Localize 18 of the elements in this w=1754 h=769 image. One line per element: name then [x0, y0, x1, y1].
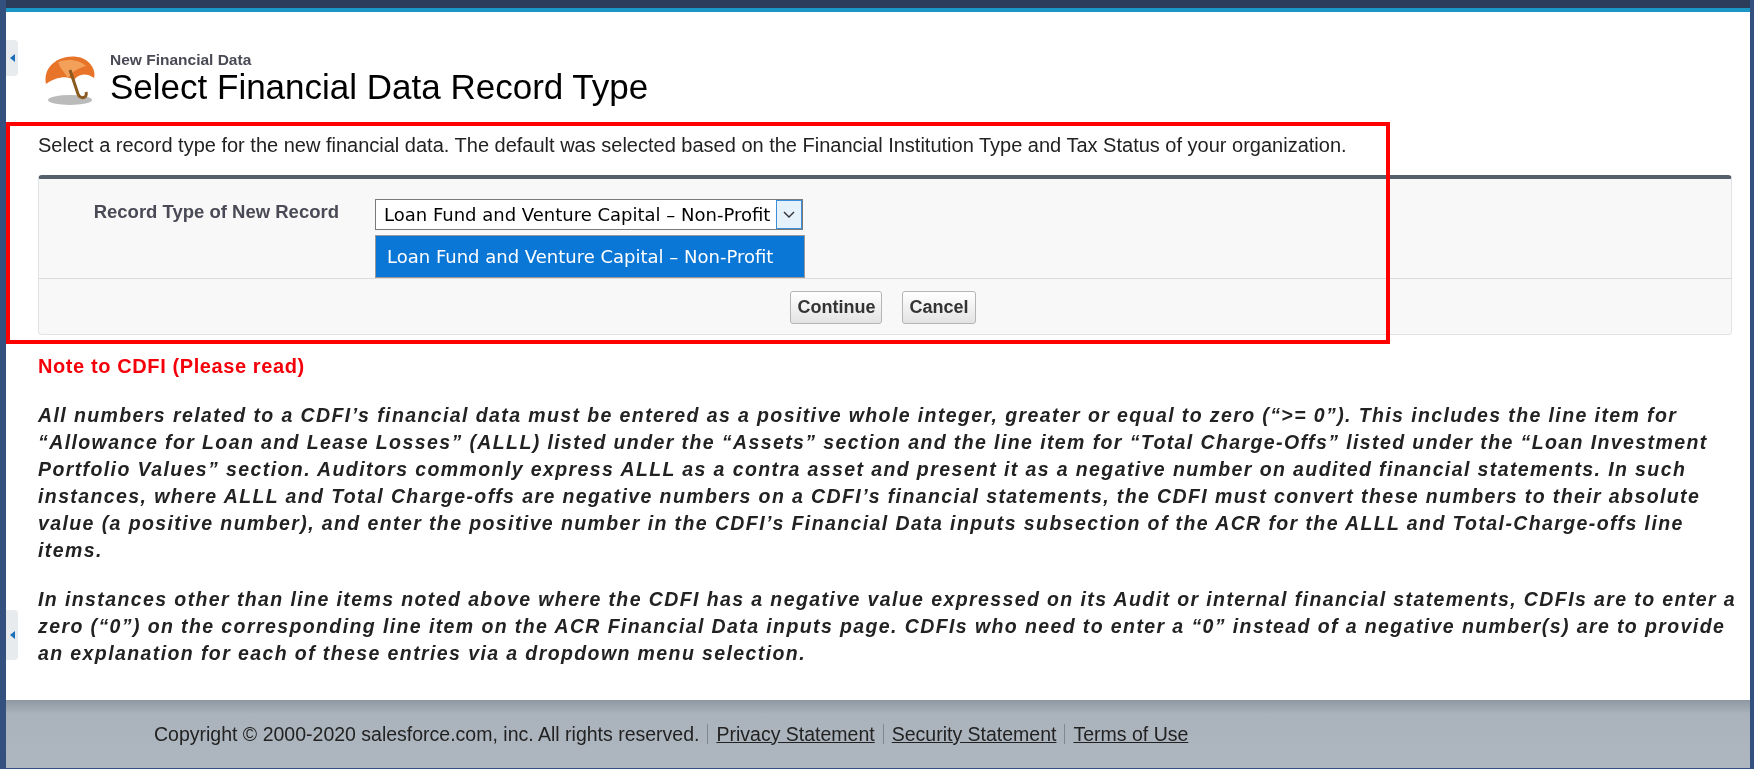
copyright-text: Copyright © 2000-2020 salesforce.com, inc. All rights reserved. — [154, 722, 700, 746]
footer-link[interactable]: Security Statement — [891, 722, 1057, 746]
footer-link[interactable]: Privacy Statement — [716, 722, 875, 746]
instruction-text: Select a record type for the new financial data. The default was selected based on the Financial Institution Type and Tax Status of your organization. — [37, 133, 1348, 158]
caret-icon — [776, 200, 803, 229]
collapse-handle[interactable] — [6, 40, 18, 76]
footer-link[interactable]: Terms of Use — [1073, 722, 1189, 746]
note-heading: Note to CDFI (Please read) — [38, 355, 306, 378]
collapse-handle[interactable] — [6, 610, 18, 660]
record-type-select[interactable]: Loan Fund and Venture Capital – Non-Profit — [375, 199, 804, 230]
continue-button[interactable]: Continue — [790, 291, 883, 324]
note-paragraph: All numbers related to a CDFI’s financial data must be entered as a positive whole integer, greater or equal to zero (“>= 0”). This includes the line item for “Allowance for Loan and Lease Losses” (ALLL) listed under the “Assets” section and the line item for “Total Charge-Offs” listed under the “Loan Investment Portfolio Values” section. Auditors commonly express ALLL as a contra asset and present it as a negative number on audited financial statements. In such instances, where ALLL and Total Charge-offs are negative numbers on a CDFI’s financial statements, the CDFI must convert these numbers to their absolute value (a positive number), and enter the positive number in the CDFI’s Financial Data inputs subsection of the ACR for the ALLL and Total-Charge-offs line items. — [38, 403, 1709, 563]
note-paragraph: In instances other than line items noted above where the CDFI has a negative value expressed on its Audit or internal financial statements, CDFIs are to enter a zero (“0”) on the corresponding line item on the ACR Financial Data inputs page. CDFIs who need to enter a “0” instead of a negative number(s) are to provide an explanation for each of these entries via a dropdown menu selection. — [38, 587, 1738, 666]
field-label: Record Type of New Record — [92, 200, 340, 224]
page-subtitle: New Financial Data — [110, 50, 253, 68]
page-title: Select Financial Data Record Type — [110, 67, 649, 106]
cancel-button[interactable]: Cancel — [902, 291, 976, 324]
dropdown-option[interactable]: Loan Fund and Venture Capital – Non-Profit — [376, 236, 805, 277]
